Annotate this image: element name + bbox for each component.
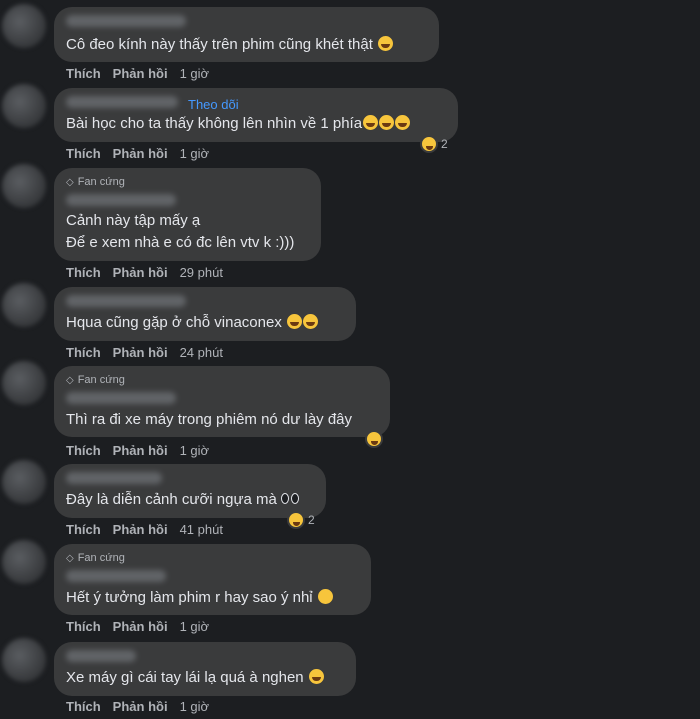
laughing-emoji-icon [379, 115, 395, 130]
comment-text: Đây là diễn cảnh cưỡi ngựa mà [66, 489, 301, 510]
comment-text: Xe máy gì cái tay lái lạ quá à nghen [66, 667, 324, 688]
author-name-blurred[interactable] [66, 194, 176, 206]
diamond-icon: ◇ [66, 374, 74, 386]
author-name-blurred[interactable] [66, 392, 176, 404]
timestamp[interactable]: 41 phút [180, 522, 223, 537]
comment-bubble: ◇ Fan cứng Thì ra đi xe máy trong phiêm … [54, 366, 390, 437]
avatar[interactable] [2, 540, 46, 584]
avatar[interactable] [2, 283, 46, 327]
like-button[interactable]: Thích [66, 699, 101, 714]
follow-link[interactable]: Theo dõi [188, 97, 239, 112]
comment-actions: Thích Phản hồi 1 giờ [66, 146, 209, 161]
reply-button[interactable]: Phản hồi [113, 265, 168, 280]
reaction-count: 2 [441, 137, 448, 151]
timestamp[interactable]: 1 giờ [180, 619, 210, 634]
comment-actions: Thích Phản hồi 1 giờ [66, 619, 209, 634]
reply-button[interactable]: Phản hồi [113, 619, 168, 634]
reply-button[interactable]: Phản hồi [113, 443, 168, 458]
eyes-emoji-icon [281, 491, 301, 508]
avatar[interactable] [2, 164, 46, 208]
comment-actions: Thích Phản hồi 1 giờ [66, 699, 209, 714]
like-button[interactable]: Thích [66, 522, 101, 537]
comment-text: Cô đeo kính này thấy trên phim cũng khét… [66, 34, 394, 55]
like-button[interactable]: Thích [66, 443, 101, 458]
like-button[interactable]: Thích [66, 146, 101, 161]
laughing-emoji-icon [363, 115, 379, 130]
reply-button[interactable]: Phản hồi [113, 345, 168, 360]
timestamp[interactable]: 1 giờ [180, 699, 210, 714]
like-button[interactable]: Thích [66, 265, 101, 280]
reply-button[interactable]: Phản hồi [113, 66, 168, 81]
laughing-emoji-icon [287, 314, 302, 329]
comment-actions: Thích Phản hồi 41 phút [66, 522, 223, 537]
comment-actions: Thích Phản hồi 24 phút [66, 345, 223, 360]
author-name-blurred[interactable] [66, 96, 178, 108]
timestamp[interactable]: 1 giờ [180, 443, 210, 458]
comment-text-line-1: Cảnh này tập mấy ạ [66, 212, 201, 229]
author-name-blurred[interactable] [66, 15, 186, 27]
reaction-summary[interactable]: 2 [420, 135, 448, 153]
comment-bubble: Theo dõi Bài học cho ta thấy không lên n… [54, 88, 458, 142]
fan-badge: ◇ Fan cứng [66, 176, 125, 188]
comment-bubble: Đây là diễn cảnh cưỡi ngựa mà [54, 464, 326, 518]
like-button[interactable]: Thích [66, 619, 101, 634]
laughing-reaction-icon [365, 430, 383, 448]
avatar[interactable] [2, 638, 46, 682]
author-name-blurred[interactable] [66, 472, 162, 484]
diamond-icon: ◇ [66, 552, 74, 564]
comment-bubble: ◇ Fan cứng Cảnh này tập mấy ạ Để e xem n… [54, 168, 321, 261]
avatar[interactable] [2, 84, 46, 128]
avatar[interactable] [2, 4, 46, 48]
author-name-blurred[interactable] [66, 650, 136, 662]
fan-badge-label: Fan cứng [77, 176, 125, 188]
fan-badge-label: Fan cứng [77, 374, 125, 386]
comment-text: Hqua cũng gặp ở chỗ vinaconex [66, 312, 318, 333]
fan-badge-label: Fan cứng [77, 552, 125, 564]
laughing-emoji-icon [395, 115, 411, 130]
comment-text: Thì ra đi xe máy trong phiêm nó dư lày đ… [66, 411, 353, 428]
timestamp[interactable]: 1 giờ [180, 66, 210, 81]
laughing-emoji-icon [378, 36, 394, 51]
comment-bubble: Xe máy gì cái tay lái lạ quá à nghen [54, 642, 356, 696]
confused-emoji-icon [317, 589, 333, 604]
comment-bubble: Hqua cũng gặp ở chỗ vinaconex [54, 287, 356, 341]
fan-badge: ◇ Fan cứng [66, 552, 125, 564]
comment-text-line-2: Để e xem nhà e có đc lên vtv k :))) [66, 234, 295, 251]
comment-actions: Thích Phản hồi 1 giờ [66, 443, 209, 458]
avatar[interactable] [2, 361, 46, 405]
like-button[interactable]: Thích [66, 66, 101, 81]
comment-text: Bài học cho ta thấy không lên nhìn về 1 … [66, 113, 411, 134]
reaction-summary[interactable]: 2 [287, 511, 315, 529]
laughing-emoji-icon [303, 314, 318, 329]
laughing-reaction-icon [420, 135, 438, 153]
reply-button[interactable]: Phản hồi [113, 522, 168, 537]
comment-text: Hết ý tưởng làm phim r hay sao ý nhỉ [66, 587, 333, 608]
reply-button[interactable]: Phản hồi [113, 146, 168, 161]
comment-actions: Thích Phản hồi 29 phút [66, 265, 223, 280]
laughing-reaction-icon [287, 511, 305, 529]
reaction-count: 2 [308, 513, 315, 527]
comment-bubble: Cô đeo kính này thấy trên phim cũng khét… [54, 7, 439, 62]
author-name-blurred[interactable] [66, 295, 186, 307]
comment-bubble: ◇ Fan cứng Hết ý tưởng làm phim r hay sa… [54, 544, 371, 615]
like-button[interactable]: Thích [66, 345, 101, 360]
avatar[interactable] [2, 460, 46, 504]
timestamp[interactable]: 29 phút [180, 265, 223, 280]
timestamp[interactable]: 24 phút [180, 345, 223, 360]
fan-badge: ◇ Fan cứng [66, 374, 125, 386]
diamond-icon: ◇ [66, 176, 74, 188]
reply-button[interactable]: Phản hồi [113, 699, 168, 714]
sweat-smile-emoji-icon [308, 669, 324, 684]
reaction-summary[interactable] [365, 430, 383, 448]
timestamp[interactable]: 1 giờ [180, 146, 210, 161]
comment-actions: Thích Phản hồi 1 giờ [66, 66, 209, 81]
author-name-blurred[interactable] [66, 570, 166, 582]
